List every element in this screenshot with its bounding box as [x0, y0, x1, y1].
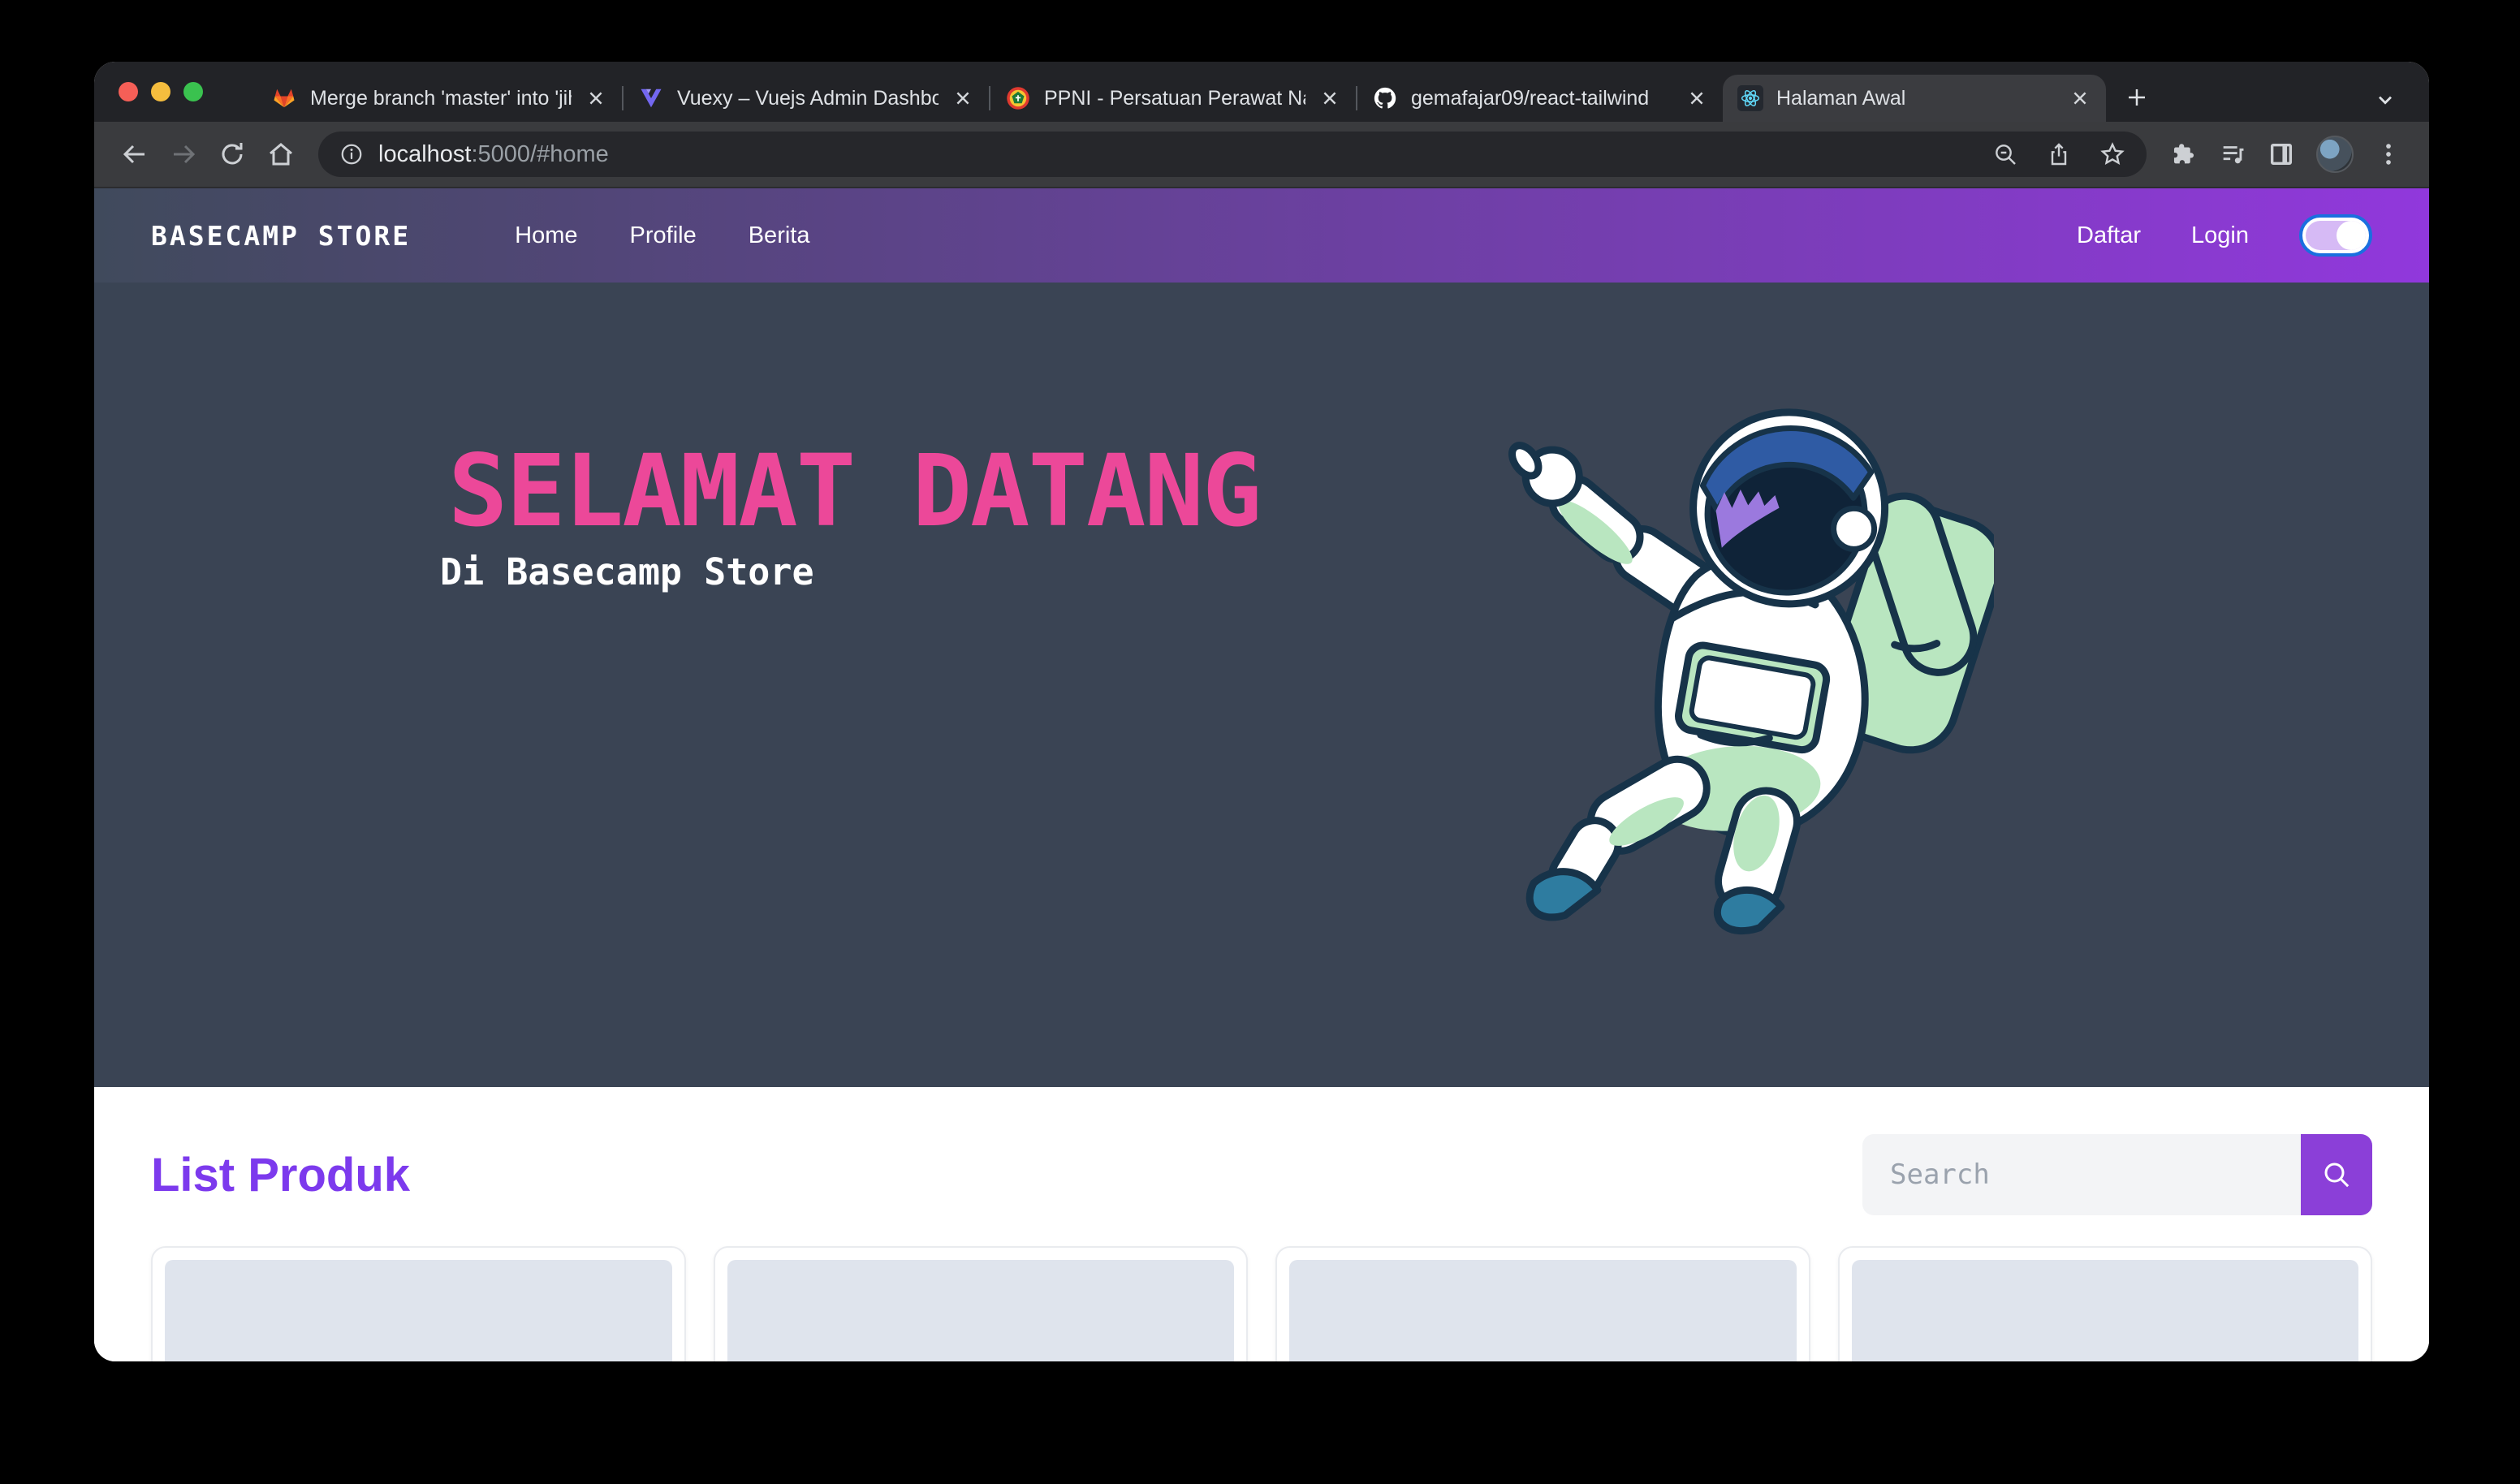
- hero-section: SELAMAT DATANG Di Basecamp Store: [94, 283, 2429, 1087]
- tab-title: Vuexy – Vuejs Admin Dashboar: [677, 87, 939, 110]
- menu-dots-icon[interactable]: [2375, 140, 2402, 168]
- hero-title: SELAMAT DATANG: [448, 434, 1260, 549]
- gitlab-icon: [271, 85, 297, 111]
- tab-title: gemafajar09/react-tailwind: [1411, 87, 1672, 110]
- toggle-knob: [2337, 221, 2366, 250]
- zoom-out-icon[interactable]: [1992, 141, 2018, 167]
- products-section: List Produk: [94, 1087, 2429, 1361]
- tab-title: Halaman Awal: [1776, 87, 2056, 110]
- nav-link-berita[interactable]: Berita: [749, 222, 810, 249]
- search-icon: [2320, 1158, 2353, 1191]
- extensions-icon[interactable]: [2170, 140, 2198, 168]
- product-placeholder: [165, 1260, 672, 1361]
- traffic-lights: [94, 62, 203, 122]
- tab-title: PPNI - Persatuan Perawat Nasi: [1044, 87, 1305, 110]
- product-grid: [151, 1246, 2372, 1361]
- close-icon[interactable]: [951, 87, 974, 110]
- search-input[interactable]: [1862, 1134, 2301, 1215]
- chevron-down-icon[interactable]: [2374, 88, 2397, 110]
- sidebar-icon[interactable]: [2268, 140, 2295, 168]
- zoom-window-button[interactable]: [183, 82, 203, 101]
- search-button[interactable]: [2301, 1134, 2372, 1215]
- astronaut-illustration: [1474, 370, 1994, 938]
- tab-title: Merge branch 'master' into 'jih: [310, 87, 572, 110]
- ppni-icon: [1005, 85, 1031, 111]
- address-bar[interactable]: localhost:5000/#home: [318, 132, 2147, 177]
- tab-gitlab[interactable]: Merge branch 'master' into 'jih: [257, 75, 622, 122]
- forward-button[interactable]: [164, 135, 203, 174]
- github-icon: [1372, 85, 1398, 111]
- login-link[interactable]: Login: [2191, 222, 2249, 249]
- home-button[interactable]: [261, 135, 300, 174]
- media-playlist-icon[interactable]: [2219, 140, 2246, 168]
- close-icon[interactable]: [585, 87, 607, 110]
- tab-vuexy[interactable]: Vuexy – Vuejs Admin Dashboar: [624, 75, 989, 122]
- url-path: :5000/#home: [471, 141, 608, 167]
- tab-bar: Merge branch 'master' into 'jih Vuexy – …: [94, 62, 2429, 122]
- new-tab-button[interactable]: [2114, 75, 2160, 120]
- web-page: BASECAMP STORE Home Profile Berita Dafta…: [94, 188, 2429, 1361]
- nav-links: Home Profile Berita: [515, 222, 809, 249]
- nav-right: Daftar Login: [2077, 214, 2372, 257]
- product-card[interactable]: [1838, 1246, 2373, 1361]
- product-placeholder: [1289, 1260, 1797, 1361]
- search-bar: [1862, 1134, 2372, 1215]
- register-link[interactable]: Daftar: [2077, 222, 2141, 249]
- desktop: Merge branch 'master' into 'jih Vuexy – …: [0, 0, 2520, 1484]
- product-placeholder: [727, 1260, 1235, 1361]
- tab-ppni[interactable]: PPNI - Persatuan Perawat Nasi: [990, 75, 1356, 122]
- minimize-window-button[interactable]: [151, 82, 170, 101]
- url-host: localhost: [378, 141, 471, 167]
- share-icon[interactable]: [2046, 141, 2072, 167]
- tabs: Merge branch 'master' into 'jih Vuexy – …: [257, 62, 2160, 122]
- close-icon[interactable]: [1685, 87, 1708, 110]
- reload-button[interactable]: [213, 135, 252, 174]
- tab-github[interactable]: gemafajar09/react-tailwind: [1357, 75, 1723, 122]
- close-icon[interactable]: [2069, 87, 2091, 110]
- brand-logo[interactable]: BASECAMP STORE: [151, 220, 411, 252]
- product-card[interactable]: [151, 1246, 686, 1361]
- theme-toggle[interactable]: [2299, 214, 2372, 257]
- back-button[interactable]: [115, 135, 154, 174]
- tab-halaman-awal-active[interactable]: Halaman Awal: [1723, 75, 2106, 122]
- vuexy-icon: [638, 85, 664, 111]
- close-icon[interactable]: [1318, 87, 1341, 110]
- product-placeholder: [1852, 1260, 2359, 1361]
- hero-subtitle: Di Basecamp Store: [440, 550, 814, 593]
- bookmark-star-icon[interactable]: [2099, 141, 2125, 167]
- nav-link-home[interactable]: Home: [515, 222, 577, 249]
- product-card[interactable]: [714, 1246, 1249, 1361]
- browser-toolbar: localhost:5000/#home: [94, 122, 2429, 188]
- url-text[interactable]: localhost:5000/#home: [378, 141, 609, 168]
- site-navbar: BASECAMP STORE Home Profile Berita Dafta…: [94, 188, 2429, 283]
- browser-window: Merge branch 'master' into 'jih Vuexy – …: [94, 62, 2429, 1361]
- site-info-icon[interactable]: [339, 142, 364, 166]
- product-card[interactable]: [1275, 1246, 1810, 1361]
- react-icon: [1737, 85, 1763, 111]
- products-heading: List Produk: [151, 1148, 410, 1202]
- close-window-button[interactable]: [119, 82, 138, 101]
- nav-link-profile[interactable]: Profile: [630, 222, 697, 249]
- profile-avatar[interactable]: [2316, 136, 2354, 173]
